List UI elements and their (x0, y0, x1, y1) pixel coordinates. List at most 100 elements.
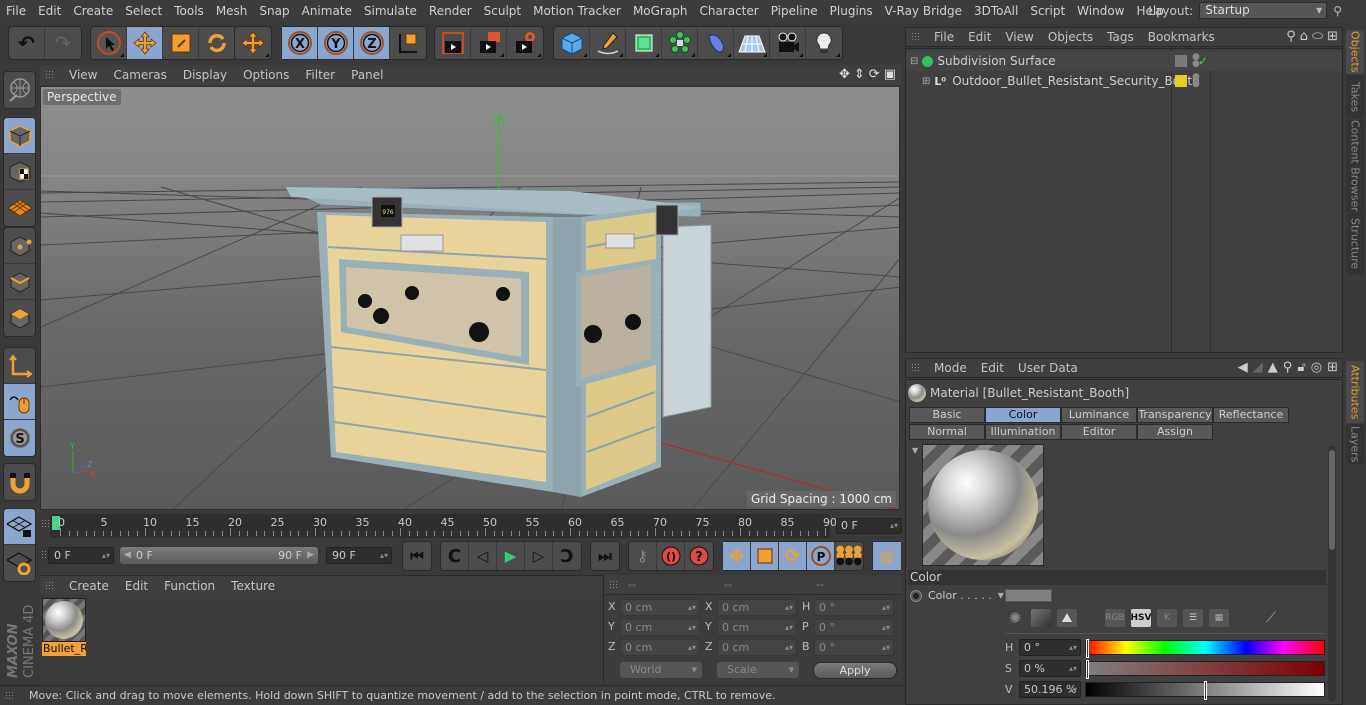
color-dropdown-icon[interactable]: ▼ (998, 591, 1004, 600)
object-menu-objects[interactable]: Objects (1041, 30, 1100, 44)
saturation-slider[interactable] (1085, 660, 1325, 679)
tab-assign[interactable]: Assign (1137, 424, 1213, 440)
rotation-field[interactable]: 0 ° ▴▾ (814, 619, 894, 636)
tab-layers[interactable]: Layers (1346, 424, 1364, 464)
point-level-key-button[interactable]: ●●● ●●● ●●● (835, 542, 863, 570)
material-thumbnail[interactable]: Bullet_R (42, 598, 86, 656)
redo-button[interactable]: ↷ (45, 27, 81, 59)
lock-icon[interactable]: 🔓︎ (1297, 360, 1305, 375)
workplane-button[interactable] (4, 190, 35, 226)
rgb-mode-button[interactable]: RGB (1105, 609, 1125, 627)
tab-transparency[interactable]: Transparency (1137, 407, 1213, 423)
rotation-field[interactable]: 0 ° ▴▾ (814, 599, 894, 616)
cloner-button[interactable] (662, 27, 698, 59)
menu-snap[interactable]: Snap (253, 4, 295, 18)
viewport-menu-filter[interactable]: Filter (297, 68, 343, 82)
viewport-menu-cameras[interactable]: Cameras (105, 68, 174, 82)
attributes-menu-mode[interactable]: Mode (927, 361, 974, 375)
scale-key-button[interactable] (751, 542, 779, 570)
world-coordinates-button[interactable] (390, 27, 426, 59)
material-grip[interactable] (45, 580, 55, 591)
object-menu-edit[interactable]: Edit (961, 30, 998, 44)
texture-mode-button[interactable] (4, 154, 35, 190)
undo-button[interactable]: ↶ (9, 27, 45, 59)
render-to-picture-viewer-button[interactable] (471, 27, 507, 59)
saturation-field[interactable]: 0 % ▴▾ (1019, 660, 1081, 677)
x-axis-lock-button[interactable]: X (282, 27, 318, 59)
expand-icon[interactable]: ⊞ (922, 76, 930, 87)
spinner-icon[interactable]: ▴▾ (882, 640, 890, 655)
snap-button[interactable]: S (4, 420, 35, 456)
tab-luminance[interactable]: Luminance (1061, 407, 1137, 423)
hue-field[interactable]: 0 ° ▴▾ (1019, 639, 1081, 656)
position-field[interactable]: 0 cm ▴▾ (620, 639, 700, 656)
status-grip[interactable] (5, 690, 15, 701)
menu-animate[interactable]: Animate (296, 4, 358, 18)
object-row[interactable]: ⊞ L⁰ Outdoor_Bullet_Resistant_Security_B… (906, 71, 1342, 91)
toggle-panel-icon[interactable]: ▣ (884, 67, 896, 82)
object-menu-view[interactable]: View (998, 30, 1040, 44)
rotate-button[interactable] (199, 27, 235, 59)
coordinates-grip[interactable] (609, 579, 619, 590)
tweak-mode-button[interactable] (4, 384, 35, 420)
value-slider-knob[interactable] (1204, 681, 1208, 700)
hierarchy-icon[interactable]: ⬭ (1312, 29, 1323, 44)
tab-objects[interactable]: Objects (1346, 30, 1364, 74)
tab-editor[interactable]: Editor (1061, 424, 1137, 440)
subdivision-button[interactable] (626, 27, 662, 59)
forward-arrow-icon[interactable]: ◢ (1253, 360, 1263, 375)
menu-window[interactable]: Window (1071, 4, 1130, 18)
object-menu-bookmarks[interactable]: Bookmarks (1141, 30, 1222, 44)
eyedropper-icon[interactable]: ⟋ (1261, 609, 1281, 627)
axis-mode-button[interactable] (4, 348, 35, 384)
new-panel-icon[interactable]: ⊞ (1327, 360, 1338, 375)
tab-structure[interactable]: Structure (1346, 213, 1364, 275)
range-right-arrow-icon[interactable]: ▶ (307, 547, 314, 564)
tab-takes[interactable]: Takes (1346, 75, 1364, 119)
search-icon[interactable]: ⚲ (1283, 360, 1293, 375)
material-menu-function[interactable]: Function (156, 579, 223, 593)
attributes-menu-edit[interactable]: Edit (974, 361, 1011, 375)
menu-create[interactable]: Create (67, 4, 119, 18)
kelvin-mode-button[interactable]: K (1157, 609, 1177, 627)
hue-slider[interactable] (1085, 639, 1325, 658)
scale-button[interactable] (163, 27, 199, 59)
material-menu-edit[interactable]: Edit (117, 579, 156, 593)
previous-frame-button[interactable]: ◁ (469, 542, 497, 570)
next-frame-button[interactable]: ▷ (525, 542, 553, 570)
move-button[interactable] (127, 27, 163, 59)
color-mixer-icon[interactable]: ☰ (1183, 609, 1203, 627)
light-button[interactable] (806, 27, 842, 59)
hue-slider-knob[interactable] (1086, 639, 1089, 658)
y-axis-lock-button[interactable]: Y (318, 27, 354, 59)
points-mode-button[interactable] (4, 228, 35, 264)
dolly-view-icon[interactable]: ⇕ (854, 67, 865, 82)
tab-content-browser[interactable]: Content Browser (1346, 120, 1364, 212)
record-button[interactable]: () (657, 542, 685, 570)
value-field[interactable]: 50.196 % ▴▾ (1019, 681, 1081, 698)
z-axis-lock-button[interactable]: Z (354, 27, 390, 59)
home-icon[interactable]: ⌂ (1300, 29, 1308, 44)
spinner-icon[interactable]: ▴▾ (785, 600, 793, 615)
spinner-icon[interactable]: ▴▾ (785, 640, 793, 655)
autokey-button[interactable]: ? (685, 542, 713, 570)
go-to-start-button[interactable]: ⏮ (403, 542, 431, 570)
visibility-dots-icon[interactable]: ● ● (1192, 73, 1200, 89)
search-icon[interactable]: ⚲ (1333, 4, 1342, 18)
collapse-icon[interactable]: ⊟ (910, 56, 918, 67)
object-menu-tags[interactable]: Tags (1100, 30, 1141, 44)
spinner-icon[interactable]: ▴▾ (688, 640, 696, 655)
apply-button[interactable]: Apply (813, 662, 897, 679)
security-booth-model[interactable]: 976 (281, 186, 712, 497)
motion-clip-button[interactable]: ⚷ (629, 542, 657, 570)
panel-grip[interactable] (45, 70, 55, 80)
position-key-button[interactable]: ✥ (723, 542, 751, 570)
live-selection-button[interactable] (91, 27, 127, 59)
viewport-menu-view[interactable]: View (61, 68, 105, 82)
object-row[interactable]: ⊟ Subdivision Surface ● ● ✓ (906, 51, 1342, 71)
up-arrow-icon[interactable]: ▲ (1268, 360, 1278, 375)
menu-mograph[interactable]: MoGraph (627, 4, 694, 18)
layer-color-icon[interactable] (1175, 75, 1187, 87)
move-recent-button[interactable] (235, 27, 271, 59)
planar-workplane-button[interactable] (4, 545, 35, 581)
